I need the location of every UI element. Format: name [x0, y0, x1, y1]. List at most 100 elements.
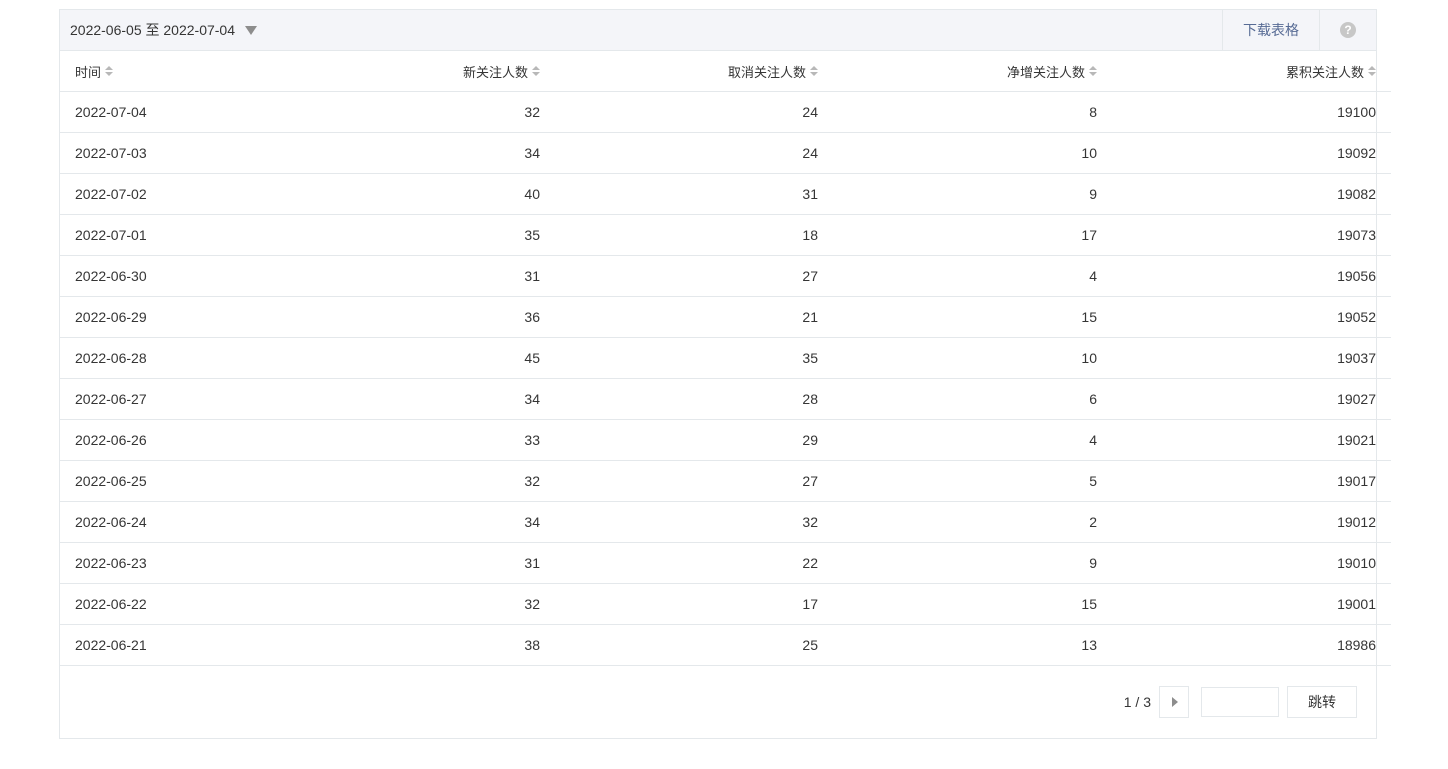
cell-net-followers: 8 [818, 91, 1097, 133]
cell-unfollowers: 27 [540, 255, 818, 297]
cell-net-followers: 9 [818, 542, 1097, 584]
page-number-input[interactable] [1201, 687, 1279, 717]
data-panel: 2022-06-05 至 2022-07-04 下载表格 ? 时间 新关注人数 … [59, 9, 1391, 739]
table-row: 2022-06-27 34 28 6 19027 [60, 378, 1391, 420]
caret-down-icon [245, 25, 258, 35]
table-row: 2022-07-03 34 24 10 19092 [60, 132, 1391, 174]
sort-icon [532, 66, 540, 76]
cell-total-followers: 19052 [1097, 296, 1391, 338]
toolbar-actions: 下载表格 ? [1222, 10, 1376, 50]
table-row: 2022-07-04 32 24 8 19100 [60, 91, 1391, 133]
cell-net-followers: 2 [818, 501, 1097, 543]
cell-net-followers: 13 [818, 624, 1097, 666]
cell-new-followers: 40 [315, 173, 540, 215]
cell-total-followers: 19012 [1097, 501, 1391, 543]
table-row: 2022-06-21 38 25 13 18986 [60, 624, 1391, 666]
cell-total-followers: 19017 [1097, 460, 1391, 502]
date-range-selector[interactable]: 2022-06-05 至 2022-07-04 [70, 20, 258, 40]
pagination: 1 / 3 跳转 [1124, 686, 1357, 718]
cell-date: 2022-07-01 [60, 214, 315, 256]
cell-new-followers: 32 [315, 460, 540, 502]
cell-net-followers: 9 [818, 173, 1097, 215]
cell-net-followers: 10 [818, 132, 1097, 174]
sort-icon [810, 66, 818, 76]
cell-date: 2022-06-21 [60, 624, 315, 666]
cell-new-followers: 33 [315, 419, 540, 461]
column-header-new-followers[interactable]: 新关注人数 [315, 51, 540, 92]
cell-date: 2022-06-22 [60, 583, 315, 625]
cell-unfollowers: 28 [540, 378, 818, 420]
table-row: 2022-06-22 32 17 15 19001 [60, 583, 1391, 625]
cell-new-followers: 34 [315, 501, 540, 543]
cell-date: 2022-07-03 [60, 132, 315, 174]
column-header-label: 时间 [75, 64, 102, 80]
cell-unfollowers: 31 [540, 173, 818, 215]
cell-date: 2022-07-04 [60, 91, 315, 133]
cell-unfollowers: 17 [540, 583, 818, 625]
cell-new-followers: 38 [315, 624, 540, 666]
column-header-label: 累积关注人数 [1285, 64, 1364, 80]
cell-new-followers: 35 [315, 214, 540, 256]
data-table: 时间 新关注人数 取消关注人数 净增关注人数 累积关注人数 2022-07-04… [60, 51, 1391, 666]
cell-unfollowers: 21 [540, 296, 818, 338]
cell-net-followers: 4 [818, 419, 1097, 461]
cell-new-followers: 36 [315, 296, 540, 338]
cell-net-followers: 15 [818, 296, 1097, 338]
sort-icon [105, 66, 114, 76]
cell-unfollowers: 24 [540, 91, 818, 133]
help-button[interactable]: ? [1319, 10, 1376, 50]
table-header-row: 时间 新关注人数 取消关注人数 净增关注人数 累积关注人数 [60, 51, 1391, 92]
help-icon: ? [1340, 22, 1356, 38]
table-row: 2022-07-01 35 18 17 19073 [60, 214, 1391, 256]
cell-total-followers: 19092 [1097, 132, 1391, 174]
cell-total-followers: 19037 [1097, 337, 1391, 379]
table-row: 2022-06-28 45 35 10 19037 [60, 337, 1391, 379]
sort-icon [1368, 66, 1376, 76]
cell-total-followers: 19010 [1097, 542, 1391, 584]
table-row: 2022-06-29 36 21 15 19052 [60, 296, 1391, 338]
cell-date: 2022-06-27 [60, 378, 315, 420]
cell-date: 2022-06-30 [60, 255, 315, 297]
table-row: 2022-06-26 33 29 4 19021 [60, 419, 1391, 461]
cell-unfollowers: 29 [540, 419, 818, 461]
cell-total-followers: 19100 [1097, 91, 1391, 133]
table-row: 2022-06-30 31 27 4 19056 [60, 255, 1391, 297]
cell-new-followers: 34 [315, 132, 540, 174]
cell-date: 2022-06-24 [60, 501, 315, 543]
cell-net-followers: 10 [818, 337, 1097, 379]
download-table-button[interactable]: 下载表格 [1222, 10, 1319, 50]
caret-right-icon [1172, 697, 1178, 707]
cell-date: 2022-06-29 [60, 296, 315, 338]
page-indicator: 1 / 3 [1123, 694, 1151, 710]
cell-date: 2022-07-02 [60, 173, 315, 215]
column-header-unfollowers[interactable]: 取消关注人数 [540, 51, 818, 92]
cell-total-followers: 18986 [1097, 624, 1391, 666]
cell-date: 2022-06-23 [60, 542, 315, 584]
column-header-total-followers[interactable]: 累积关注人数 [1097, 51, 1391, 92]
cell-total-followers: 19021 [1097, 419, 1391, 461]
cell-new-followers: 31 [315, 542, 540, 584]
column-header-label: 取消关注人数 [727, 64, 806, 80]
cell-total-followers: 19073 [1097, 214, 1391, 256]
cell-net-followers: 15 [818, 583, 1097, 625]
cell-date: 2022-06-25 [60, 460, 315, 502]
cell-date: 2022-06-28 [60, 337, 315, 379]
cell-new-followers: 45 [315, 337, 540, 379]
cell-unfollowers: 22 [540, 542, 818, 584]
cell-date: 2022-06-26 [60, 419, 315, 461]
table-toolbar: 2022-06-05 至 2022-07-04 下载表格 ? [60, 10, 1376, 51]
jump-button[interactable]: 跳转 [1287, 686, 1357, 718]
column-header-date[interactable]: 时间 [60, 51, 315, 92]
cell-total-followers: 19056 [1097, 255, 1391, 297]
cell-unfollowers: 35 [540, 337, 818, 379]
table-row: 2022-06-24 34 32 2 19012 [60, 501, 1391, 543]
column-header-label: 净增关注人数 [1006, 64, 1085, 80]
column-header-net-followers[interactable]: 净增关注人数 [818, 51, 1097, 92]
cell-net-followers: 4 [818, 255, 1097, 297]
table-row: 2022-06-23 31 22 9 19010 [60, 542, 1391, 584]
next-page-button[interactable] [1159, 686, 1189, 718]
cell-unfollowers: 18 [540, 214, 818, 256]
cell-new-followers: 32 [315, 583, 540, 625]
column-header-label: 新关注人数 [462, 64, 528, 80]
cell-total-followers: 19027 [1097, 378, 1391, 420]
